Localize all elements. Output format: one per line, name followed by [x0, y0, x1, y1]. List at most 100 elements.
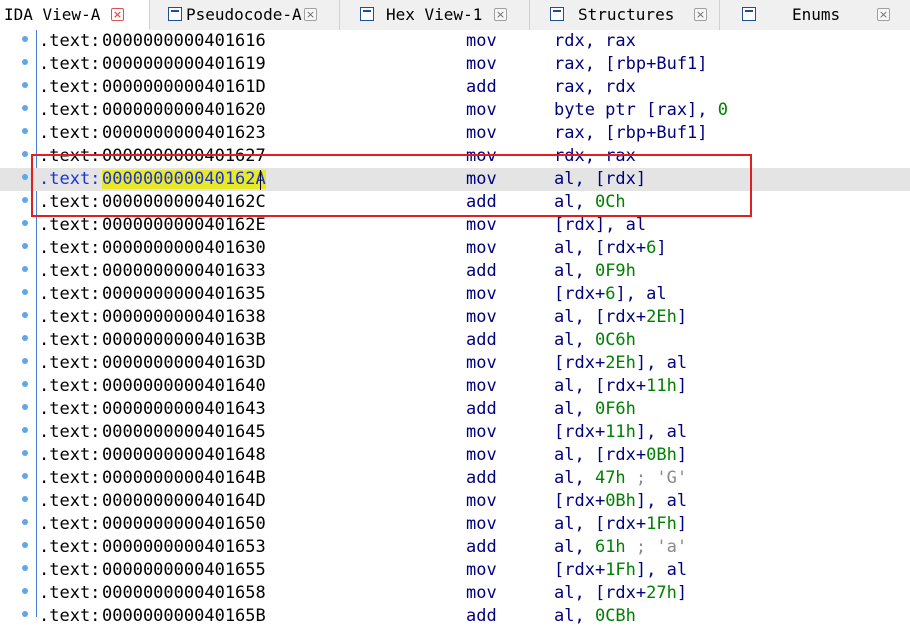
- address[interactable]: 0000000000401658: [102, 584, 266, 603]
- mnemonic[interactable]: add: [466, 262, 497, 281]
- listing-row[interactable]: .text: 000000000040162C add al, 0Ch: [0, 191, 910, 214]
- breakpoint-dot-icon[interactable]: [22, 36, 28, 42]
- listing-row[interactable]: .text: 000000000040164D mov [rdx+0Bh], al: [0, 490, 910, 513]
- address[interactable]: 0000000000401623: [102, 124, 266, 143]
- listing-row[interactable]: .text: 0000000000401633 add al, 0F9h: [0, 260, 910, 283]
- address[interactable]: 000000000040164D: [102, 492, 266, 511]
- mnemonic[interactable]: mov: [466, 170, 497, 189]
- address[interactable]: 000000000040162E: [102, 216, 266, 235]
- breakpoint-dot-icon[interactable]: [22, 82, 28, 88]
- mnemonic[interactable]: mov: [466, 32, 497, 51]
- operands[interactable]: [rdx+6], al: [554, 285, 667, 304]
- close-icon[interactable]: ×: [111, 8, 124, 21]
- listing-row[interactable]: .text: 0000000000401623 mov rax, [rbp+Buf1]: [0, 122, 910, 145]
- breakpoint-dot-icon[interactable]: [22, 565, 28, 571]
- address[interactable]: 000000000040164B: [102, 469, 266, 488]
- breakpoint-dot-icon[interactable]: [22, 611, 28, 617]
- mnemonic[interactable]: mov: [466, 216, 497, 235]
- tab-enums[interactable]: Enums ×: [720, 0, 910, 30]
- address[interactable]: 0000000000401643: [102, 400, 266, 419]
- tab-structures[interactable]: Structures ×: [530, 0, 720, 30]
- operands[interactable]: al, [rdx+2Eh]: [554, 308, 687, 327]
- listing-row[interactable]: .text: 000000000040164B add al, 47h ; 'G': [0, 467, 910, 490]
- close-icon[interactable]: ×: [694, 8, 707, 21]
- mnemonic[interactable]: mov: [466, 147, 497, 166]
- breakpoint-dot-icon[interactable]: [22, 588, 28, 594]
- address[interactable]: 0000000000401645: [102, 423, 266, 442]
- breakpoint-dot-icon[interactable]: [22, 450, 28, 456]
- mnemonic[interactable]: mov: [466, 492, 497, 511]
- breakpoint-dot-icon[interactable]: [22, 358, 28, 364]
- breakpoint-dot-icon[interactable]: [22, 151, 28, 157]
- mnemonic[interactable]: add: [466, 400, 497, 419]
- listing-row[interactable]: .text: 0000000000401640 mov al, [rdx+11h]: [0, 375, 910, 398]
- operands[interactable]: [rdx+0Bh], al: [554, 492, 687, 511]
- mnemonic[interactable]: mov: [466, 354, 497, 373]
- address[interactable]: 0000000000401648: [102, 446, 266, 465]
- breakpoint-dot-icon[interactable]: [22, 289, 28, 295]
- operands[interactable]: al, [rdx+27h]: [554, 584, 687, 603]
- breakpoint-dot-icon[interactable]: [22, 473, 28, 479]
- breakpoint-dot-icon[interactable]: [22, 427, 28, 433]
- mnemonic[interactable]: mov: [466, 561, 497, 580]
- listing-row[interactable]: .text: 0000000000401648 mov al, [rdx+0Bh]: [0, 444, 910, 467]
- address[interactable]: 0000000000401650: [102, 515, 266, 534]
- mnemonic[interactable]: mov: [466, 285, 497, 304]
- mnemonic[interactable]: add: [466, 538, 497, 557]
- operands[interactable]: al, [rdx+1Fh]: [554, 515, 687, 534]
- operands[interactable]: al, 0F6h: [554, 400, 636, 419]
- listing-row[interactable]: .text: 0000000000401658 mov al, [rdx+27h]: [0, 582, 910, 605]
- listing-row[interactable]: .text: 0000000000401635 mov [rdx+6], al: [0, 283, 910, 306]
- mnemonic[interactable]: add: [466, 193, 497, 212]
- listing-row[interactable]: .text: 0000000000401630 mov al, [rdx+6]: [0, 237, 910, 260]
- address[interactable]: 0000000000401638: [102, 308, 266, 327]
- address[interactable]: 0000000000401630: [102, 239, 266, 258]
- listing-row[interactable]: .text: 0000000000401620 mov byte ptr [rax],…: [0, 99, 910, 122]
- mnemonic[interactable]: mov: [466, 124, 497, 143]
- listing-row[interactable]: .text: 0000000000401655 mov [rdx+1Fh], al: [0, 559, 910, 582]
- listing-row[interactable]: .text: 000000000040163B add al, 0C6h: [0, 329, 910, 352]
- operands[interactable]: al, 47h ; 'G': [554, 469, 687, 488]
- operands[interactable]: rdx, rax: [554, 32, 636, 51]
- breakpoint-dot-icon[interactable]: [22, 174, 28, 180]
- address[interactable]: 0000000000401640: [102, 377, 266, 396]
- breakpoint-dot-icon[interactable]: [22, 59, 28, 65]
- close-icon[interactable]: ×: [304, 8, 317, 21]
- tab-hex-view-1[interactable]: Hex View-1 ×: [340, 0, 530, 30]
- breakpoint-dot-icon[interactable]: [22, 542, 28, 548]
- mnemonic[interactable]: add: [466, 78, 497, 97]
- breakpoint-dot-icon[interactable]: [22, 404, 28, 410]
- mnemonic[interactable]: mov: [466, 515, 497, 534]
- breakpoint-dot-icon[interactable]: [22, 335, 28, 341]
- operands[interactable]: al, 61h ; 'a': [554, 538, 687, 557]
- operands[interactable]: al, 0F9h: [554, 262, 636, 281]
- mnemonic[interactable]: mov: [466, 101, 497, 120]
- mnemonic[interactable]: mov: [466, 446, 497, 465]
- mnemonic[interactable]: mov: [466, 377, 497, 396]
- operands[interactable]: rax, rdx: [554, 78, 636, 97]
- listing-row[interactable]: .text: 0000000000401650 mov al, [rdx+1Fh]: [0, 513, 910, 536]
- operands[interactable]: al, [rdx+6]: [554, 239, 667, 258]
- mnemonic[interactable]: add: [466, 469, 497, 488]
- address[interactable]: 0000000000401627: [102, 147, 266, 166]
- operands[interactable]: [rdx+11h], al: [554, 423, 687, 442]
- listing-row[interactable]: .text: 0000000000401627 mov rdx, rax: [0, 145, 910, 168]
- listing-row[interactable]: .text: 0000000000401619 mov rax, [rbp+Buf1]: [0, 53, 910, 76]
- address[interactable]: 000000000040162C: [102, 193, 266, 212]
- mnemonic[interactable]: add: [466, 331, 497, 350]
- address[interactable]: 0000000000401619: [102, 55, 266, 74]
- operands[interactable]: [rdx], al: [554, 216, 646, 235]
- operands[interactable]: al, 0Ch: [554, 193, 626, 212]
- operands[interactable]: al, 0C6h: [554, 331, 636, 350]
- tab-pseudocode-a[interactable]: Pseudocode-A ×: [150, 0, 340, 30]
- close-icon[interactable]: ×: [877, 8, 890, 21]
- operands[interactable]: al, [rdx+0Bh]: [554, 446, 687, 465]
- listing-row[interactable]: .text: 000000000040162E mov [rdx], al: [0, 214, 910, 237]
- address[interactable]: 0000000000401635: [102, 285, 266, 304]
- breakpoint-dot-icon[interactable]: [22, 220, 28, 226]
- operands[interactable]: al, [rdx]: [554, 170, 646, 189]
- mnemonic[interactable]: mov: [466, 423, 497, 442]
- mnemonic[interactable]: mov: [466, 308, 497, 327]
- operands[interactable]: rdx, rax: [554, 147, 636, 166]
- tab-ida-view-a[interactable]: IDA View-A ×: [0, 0, 150, 30]
